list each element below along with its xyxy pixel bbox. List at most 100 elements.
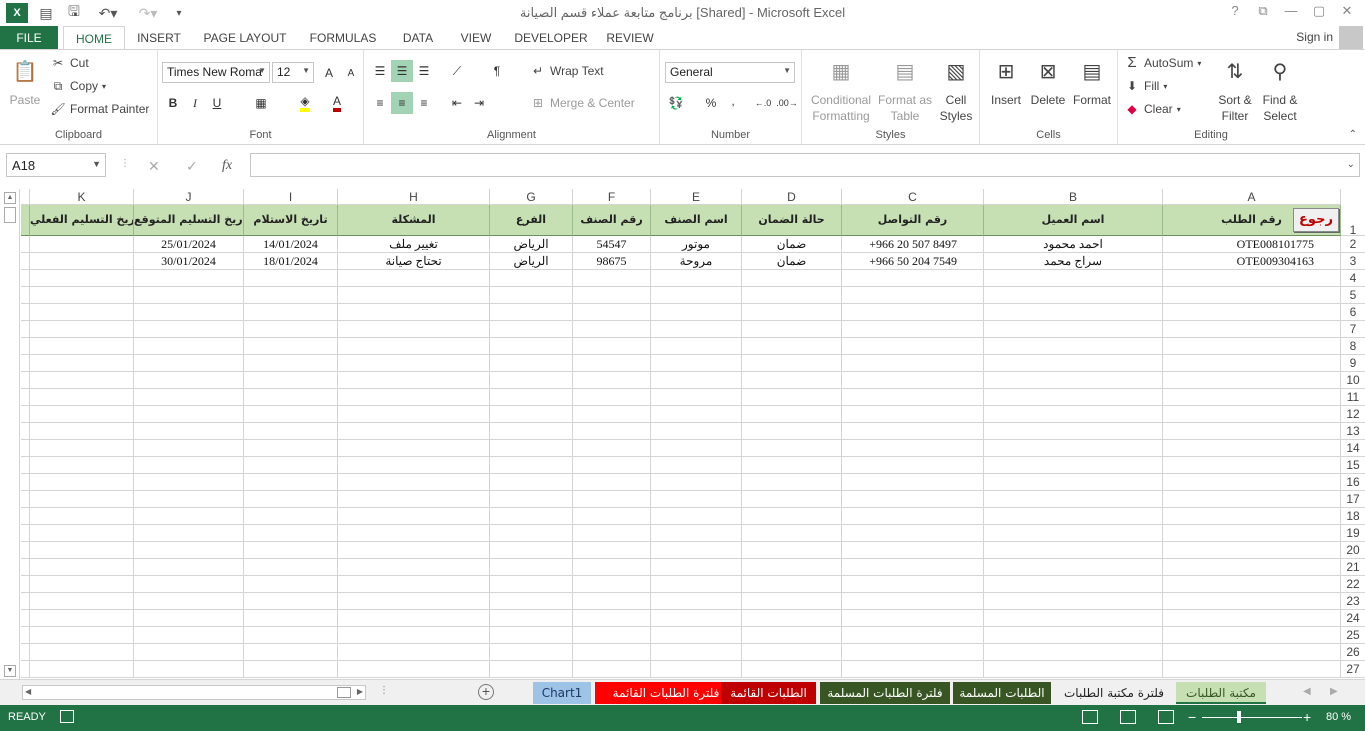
- cell-g6[interactable]: [490, 304, 573, 321]
- cell-h5[interactable]: [338, 287, 490, 304]
- cell-e21[interactable]: [651, 559, 742, 576]
- fill-button[interactable]: ⬇ Fill ▾: [1124, 79, 1167, 93]
- scroll-left-icon[interactable]: ◀: [25, 687, 31, 696]
- cell-k12[interactable]: [30, 406, 134, 423]
- number-format-combo[interactable]: General ▼: [665, 62, 795, 83]
- row-header[interactable]: 6: [1341, 304, 1365, 321]
- cell-i16[interactable]: [244, 474, 338, 491]
- sheet-tab[interactable]: فلترة الطلبات المسلمة: [820, 682, 950, 704]
- page-break-view-icon[interactable]: [1158, 710, 1174, 724]
- clear-button[interactable]: ◆ Clear ▾: [1124, 102, 1180, 116]
- cell-h26[interactable]: [338, 644, 490, 661]
- cell-c26[interactable]: [842, 644, 984, 661]
- tab-home[interactable]: HOME: [63, 26, 125, 51]
- cell-a16[interactable]: [1163, 474, 1341, 491]
- row-header[interactable]: 24: [1341, 610, 1365, 627]
- cell-b10[interactable]: [984, 372, 1163, 389]
- cell-d5[interactable]: [742, 287, 842, 304]
- cell-f24[interactable]: [573, 610, 651, 627]
- enter-entry-icon[interactable]: ✓: [186, 158, 198, 175]
- cell-i4[interactable]: [244, 270, 338, 287]
- column-header-d[interactable]: D: [742, 189, 842, 205]
- row-header[interactable]: 26: [1341, 644, 1365, 661]
- name-box[interactable]: A18 ▼: [6, 153, 106, 177]
- cell-d21[interactable]: [742, 559, 842, 576]
- cell-e13[interactable]: [651, 423, 742, 440]
- row-header[interactable]: 1: [1341, 205, 1365, 237]
- cell-c2[interactable]: +966 20 507 8497: [842, 236, 984, 253]
- cut-button[interactable]: ✂ Cut: [50, 56, 89, 70]
- cell-e22[interactable]: [651, 576, 742, 593]
- font-size-combo[interactable]: 12 ▼: [272, 62, 314, 83]
- merge-center-button[interactable]: ⊞ Merge & Center: [530, 96, 635, 110]
- cell-f6[interactable]: [573, 304, 651, 321]
- cell-e10[interactable]: [651, 372, 742, 389]
- cell-a3[interactable]: OTE009304163: [1163, 253, 1341, 270]
- insert-function-icon[interactable]: fx: [222, 158, 232, 174]
- sign-in-link[interactable]: Sign in: [1296, 30, 1333, 44]
- column-header-e[interactable]: E: [651, 189, 742, 205]
- horizontal-scrollbar[interactable]: ◀ ▶: [22, 685, 366, 700]
- row-header[interactable]: 9: [1341, 355, 1365, 372]
- cell-f26[interactable]: [573, 644, 651, 661]
- cell-i17[interactable]: [244, 491, 338, 508]
- cell-d20[interactable]: [742, 542, 842, 559]
- header-cell-c[interactable]: رقم التواصل: [842, 205, 984, 236]
- cell-g22[interactable]: [490, 576, 573, 593]
- cell-c17[interactable]: [842, 491, 984, 508]
- cell-f23[interactable]: [573, 593, 651, 610]
- back-button[interactable]: رجوع: [1293, 208, 1339, 232]
- header-cell-b[interactable]: اسم العميل: [984, 205, 1163, 236]
- sheet-tab[interactable]: فلترة الطلبات القائمة: [595, 682, 737, 704]
- prev-sheet-icon[interactable]: ◀: [1303, 686, 1311, 697]
- cell-k14[interactable]: [30, 440, 134, 457]
- cell-a26[interactable]: [1163, 644, 1341, 661]
- percent-button[interactable]: %: [700, 92, 722, 114]
- cell-b17[interactable]: [984, 491, 1163, 508]
- grow-font-button[interactable]: A: [318, 62, 340, 84]
- row-header[interactable]: 19: [1341, 525, 1365, 542]
- cell-j22[interactable]: [134, 576, 244, 593]
- cell-h6[interactable]: [338, 304, 490, 321]
- cell-h10[interactable]: [338, 372, 490, 389]
- cell-k4[interactable]: [30, 270, 134, 287]
- cell-j7[interactable]: [134, 321, 244, 338]
- cell-d22[interactable]: [742, 576, 842, 593]
- cell-k2[interactable]: [30, 236, 134, 253]
- cell-k21[interactable]: [30, 559, 134, 576]
- maximize-icon[interactable]: ▢: [1306, 3, 1332, 23]
- cell-e23[interactable]: [651, 593, 742, 610]
- row-header[interactable]: 23: [1341, 593, 1365, 610]
- format-painter-button[interactable]: 🖌 Format Painter: [50, 102, 149, 116]
- formula-input[interactable]: ⌄: [250, 153, 1360, 177]
- cell-h12[interactable]: [338, 406, 490, 423]
- cell-d18[interactable]: [742, 508, 842, 525]
- cell-a27[interactable]: [1163, 661, 1341, 678]
- cell-b5[interactable]: [984, 287, 1163, 304]
- cell-k10[interactable]: [30, 372, 134, 389]
- cell-f25[interactable]: [573, 627, 651, 644]
- sheet-tab[interactable]: مكتبة الطلبات: [1176, 682, 1266, 704]
- cell-b21[interactable]: [984, 559, 1163, 576]
- wrap-text-button[interactable]: ↵ Wrap Text: [530, 64, 604, 78]
- cell-g15[interactable]: [490, 457, 573, 474]
- new-sheet-icon[interactable]: +: [478, 684, 494, 700]
- comma-style-button[interactable]: ,: [722, 90, 744, 112]
- cell-e4[interactable]: [651, 270, 742, 287]
- vertical-scrollbar[interactable]: ▲ ▼: [0, 189, 20, 679]
- italic-button[interactable]: I: [184, 92, 206, 114]
- cell-a20[interactable]: [1163, 542, 1341, 559]
- cell-i7[interactable]: [244, 321, 338, 338]
- cell-c5[interactable]: [842, 287, 984, 304]
- cell-i13[interactable]: [244, 423, 338, 440]
- cell-j24[interactable]: [134, 610, 244, 627]
- cell-e25[interactable]: [651, 627, 742, 644]
- middle-align-button[interactable]: ☰: [391, 60, 413, 82]
- row-header[interactable]: 5: [1341, 287, 1365, 304]
- cell-k17[interactable]: [30, 491, 134, 508]
- cell-c27[interactable]: [842, 661, 984, 678]
- cell-b3[interactable]: سراج محمد: [984, 253, 1163, 270]
- top-align-button[interactable]: ☰: [369, 60, 391, 82]
- cell-f27[interactable]: [573, 661, 651, 678]
- format-cells-button[interactable]: ▤ Format: [1070, 56, 1114, 108]
